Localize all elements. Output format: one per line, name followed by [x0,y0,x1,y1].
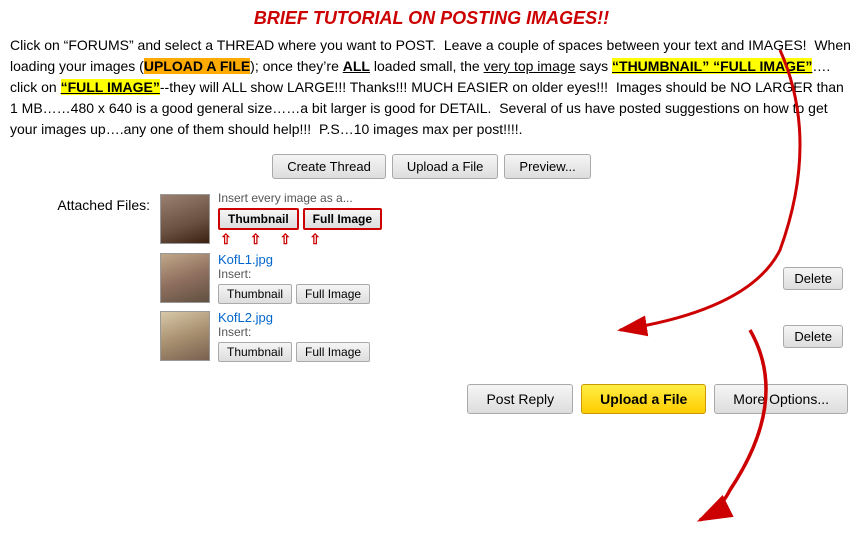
insert-label-2: Insert: [218,267,775,281]
highlight-upload: UPLOAD A FILE [144,58,250,74]
insert-buttons-1: Thumbnail Full Image [218,208,853,230]
file-name-3[interactable]: KofL2.jpg [218,310,775,325]
file-placeholder-text: Insert every image as a... [218,191,853,205]
all-underline: ALL [343,58,370,74]
table-row: Insert every image as a... Thumbnail Ful… [160,191,853,246]
thumbnail-button-2[interactable]: Thumbnail [218,284,292,304]
file-info-3: KofL2.jpg Insert: Thumbnail Full Image [218,310,775,362]
file-thumbnail-2 [160,253,210,303]
upload-file-button[interactable]: Upload a File [392,154,499,179]
bottom-action-bar: Post Reply Upload a File More Options... [0,374,863,424]
main-paragraph: Click on “FORUMS” and select a THREAD wh… [0,35,863,148]
file-info-1: Insert every image as a... Thumbnail Ful… [218,191,853,246]
create-thread-button[interactable]: Create Thread [272,154,386,179]
preview-button[interactable]: Preview... [504,154,590,179]
more-options-button[interactable]: More Options... [714,384,848,414]
arrow-markers: ⇧ ⇧ ⇧ ⇧ [218,232,853,246]
file-info-2: KofL1.jpg Insert: Thumbnail Full Image [218,252,775,304]
tutorial-title-bar: BRIEF TUTORIAL ON POSTING IMAGES!! [0,0,863,35]
attached-files-section: Attached Files: Insert every image as a.… [0,187,863,366]
page-title: BRIEF TUTORIAL ON POSTING IMAGES!! [254,8,609,28]
arrow-up-3: ⇧ [279,232,291,246]
upload-file-bottom-button[interactable]: Upload a File [581,384,706,414]
insert-buttons-2: Thumbnail Full Image [218,284,775,304]
file-name-2[interactable]: KofL1.jpg [218,252,775,267]
arrow-up-2: ⇧ [250,232,262,246]
table-row: KofL2.jpg Insert: Thumbnail Full Image D… [160,310,853,362]
full-image-button-3[interactable]: Full Image [296,342,370,362]
very-top-image: very top image [484,58,576,74]
thumbnail-button-3[interactable]: Thumbnail [218,342,292,362]
insert-label-3: Insert: [218,325,775,339]
thumbnail-button-1[interactable]: Thumbnail [218,208,299,230]
attached-files-label: Attached Files: [30,191,150,213]
full-image-button-1[interactable]: Full Image [303,208,382,230]
delete-button-2[interactable]: Delete [783,267,843,290]
delete-button-3[interactable]: Delete [783,325,843,348]
arrow-up-4: ⇧ [309,232,321,246]
full-image-button-2[interactable]: Full Image [296,284,370,304]
highlight-thumbnail-full: “THUMBNAIL” “FULL IMAGE” [612,58,812,74]
arrow-up-1: ⇧ [220,232,232,246]
files-list: Insert every image as a... Thumbnail Ful… [160,191,853,362]
file-thumbnail-3 [160,311,210,361]
file-thumbnail-1 [160,194,210,244]
highlight-full-image: “FULL IMAGE” [61,79,160,95]
table-row: KofL1.jpg Insert: Thumbnail Full Image D… [160,252,853,304]
toolbar: Create Thread Upload a File Preview... [0,148,863,187]
insert-buttons-3: Thumbnail Full Image [218,342,775,362]
post-reply-button[interactable]: Post Reply [467,384,573,414]
